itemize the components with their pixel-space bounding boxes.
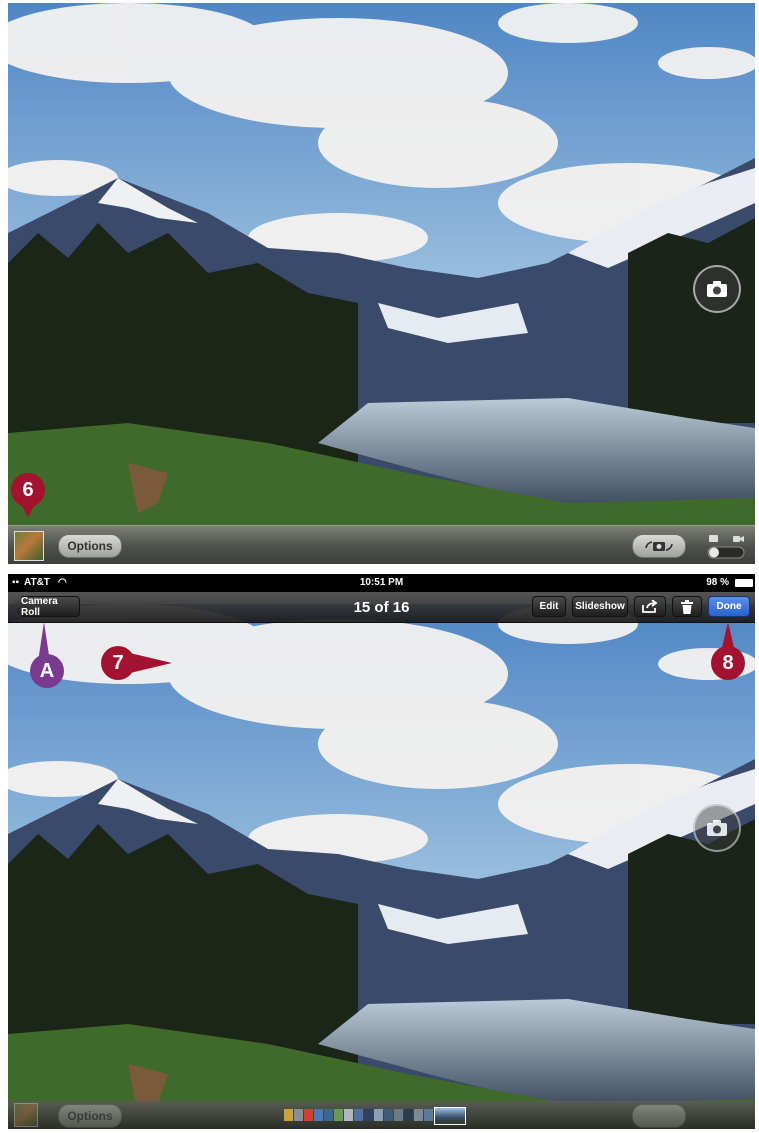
switch-camera-icon [645, 541, 673, 551]
edit-button[interactable]: Edit [532, 596, 566, 617]
photo-video-switch-icon [707, 535, 745, 559]
share-button[interactable] [634, 596, 666, 617]
camera-toolbar: Options [8, 525, 755, 564]
camera-screen: 6 Options [8, 3, 755, 564]
camera-roll-thumbnail-dimmed [14, 1103, 38, 1127]
clock: 10:51 PM [359, 577, 404, 588]
shutter-button-dimmed[interactable] [693, 804, 741, 852]
switch-camera-button-dimmed [632, 1104, 686, 1128]
camera-icon [707, 820, 727, 836]
photo-video-toggle[interactable] [707, 532, 745, 560]
options-button[interactable]: Options [58, 534, 122, 558]
slideshow-button[interactable]: Slideshow [572, 596, 628, 617]
share-icon [642, 600, 658, 613]
callout-8: 8 [711, 646, 745, 680]
photo-nav-bar: Camera Roll 15 of 16 Edit Slideshow Done [8, 592, 755, 623]
camera-icon [707, 281, 727, 297]
callout-7-pointer [130, 653, 172, 673]
photo-thumbnail-strip[interactable] [284, 1107, 466, 1125]
delete-button[interactable] [672, 596, 702, 617]
trash-icon [681, 599, 693, 614]
battery-percent: 98 % [706, 577, 729, 588]
shutter-button[interactable] [693, 265, 741, 313]
switch-camera-button[interactable] [632, 534, 686, 558]
photo-viewer-screen: ▪▪ AT&T ◠ 10:51 PM 98 % Camera Roll 15 o… [8, 574, 755, 1129]
status-bar: ▪▪ AT&T ◠ 10:51 PM 98 % [8, 574, 755, 592]
battery-icon [735, 579, 753, 587]
callout-6-pointer [20, 503, 36, 517]
photo-bottom-toolbar: Options [8, 1101, 755, 1129]
camera-viewfinder [8, 3, 755, 528]
done-button[interactable]: Done [708, 596, 750, 617]
options-button-dimmed: Options [58, 1104, 122, 1128]
callout-6: 6 [11, 473, 45, 507]
callout-a: A [30, 654, 64, 688]
camera-roll-thumbnail[interactable] [14, 531, 44, 561]
